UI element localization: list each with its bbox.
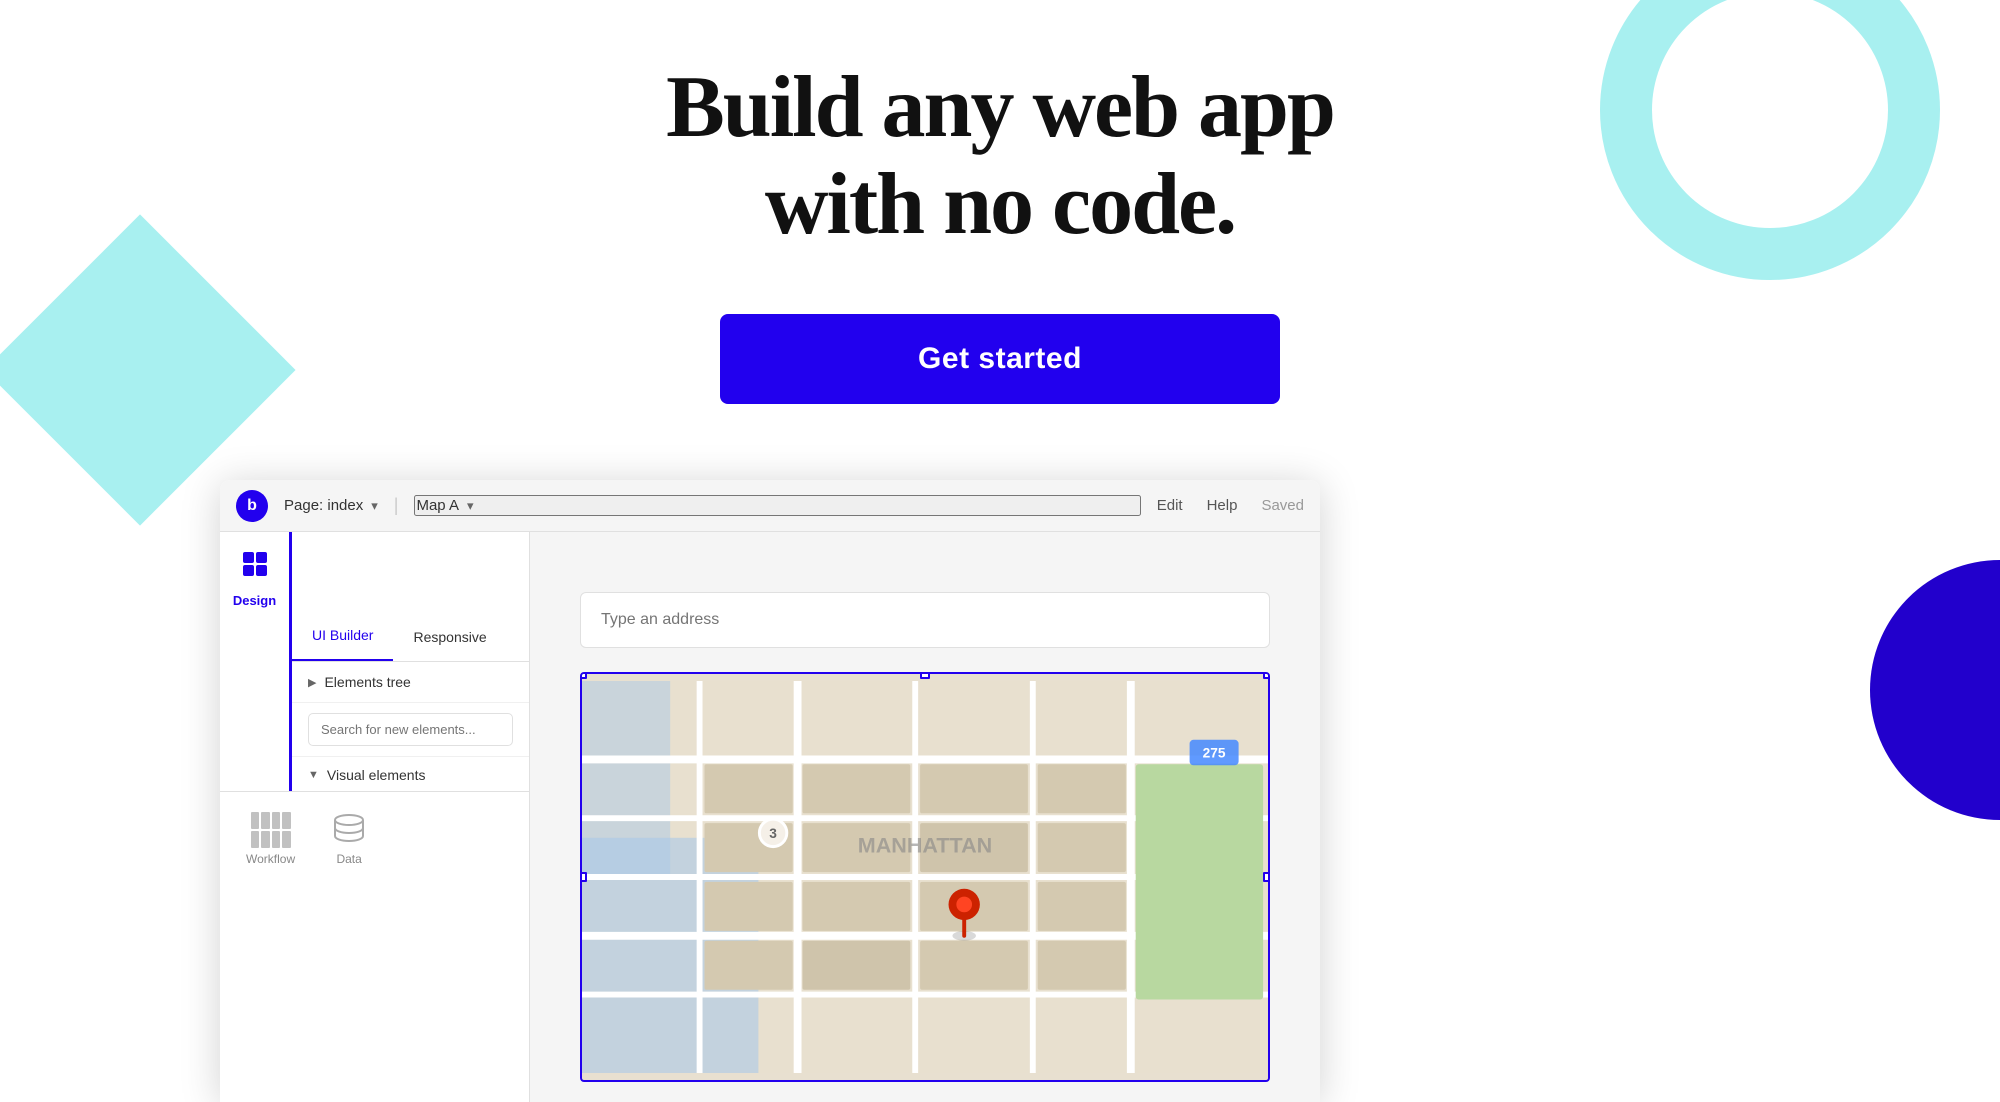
edit-button[interactable]: Edit bbox=[1157, 497, 1183, 514]
help-button[interactable]: Help bbox=[1207, 497, 1238, 514]
map-area[interactable]: 3 MANHATTAN 275 bbox=[580, 672, 1270, 1082]
search-input[interactable] bbox=[308, 713, 513, 746]
visual-elements-label: Visual elements bbox=[327, 767, 426, 783]
handle-top-left[interactable] bbox=[580, 672, 587, 679]
design-icon bbox=[239, 548, 271, 587]
elements-tree-row[interactable]: ▶ Elements tree bbox=[292, 662, 529, 703]
svg-text:3: 3 bbox=[769, 826, 777, 841]
sidebar-content: ▶ Elements tree ▼ Visual elements bbox=[292, 662, 529, 791]
hero-title: Build any web app with no code. bbox=[666, 60, 1334, 254]
workflow-icon bbox=[251, 812, 291, 848]
map-selector[interactable]: Map A ▾ bbox=[414, 495, 1140, 516]
tab-responsive[interactable]: Responsive bbox=[393, 613, 506, 661]
saved-status: Saved bbox=[1261, 497, 1304, 514]
get-started-button[interactable]: Get started bbox=[720, 314, 1280, 404]
workflow-item[interactable]: Workflow bbox=[236, 802, 305, 876]
page-label: Page: index bbox=[284, 497, 363, 514]
address-input[interactable] bbox=[580, 592, 1270, 648]
data-label: Data bbox=[336, 852, 361, 866]
elements-tree-arrow: ▶ bbox=[308, 676, 316, 689]
title-separator: | bbox=[394, 495, 399, 516]
handle-top-right[interactable] bbox=[1263, 672, 1270, 679]
visual-elements-row[interactable]: ▼ Visual elements bbox=[292, 757, 529, 791]
svg-text:275: 275 bbox=[1203, 745, 1226, 760]
design-tab[interactable]: Design bbox=[220, 532, 292, 791]
app-body: Design UI Builder Responsive ▶ Elements … bbox=[220, 532, 1320, 1102]
title-bar: b Page: index ▾ | Map A ▾ Edit Help Save… bbox=[220, 480, 1320, 532]
map-dropdown-arrow: ▾ bbox=[467, 498, 474, 514]
page-selector[interactable]: Page: index ▾ bbox=[284, 497, 378, 514]
map-label: Map A bbox=[416, 497, 459, 514]
map-svg: 3 MANHATTAN 275 bbox=[582, 674, 1268, 1080]
visual-elements-arrow: ▼ bbox=[308, 769, 319, 781]
sidebar: Design UI Builder Responsive ▶ Elements … bbox=[220, 532, 530, 1102]
design-label: Design bbox=[233, 593, 276, 608]
tab-ui-builder[interactable]: UI Builder bbox=[292, 611, 393, 661]
workflow-label: Workflow bbox=[246, 852, 295, 866]
page-dropdown-arrow: ▾ bbox=[371, 498, 378, 514]
app-logo: b bbox=[236, 490, 268, 522]
sidebar-tabs: UI Builder Responsive bbox=[292, 532, 529, 662]
search-row bbox=[292, 703, 529, 757]
elements-tree-label: Elements tree bbox=[324, 674, 410, 690]
deco-semicircle bbox=[1870, 560, 2000, 820]
handle-mid-right[interactable] bbox=[1263, 872, 1270, 882]
app-window: b Page: index ▾ | Map A ▾ Edit Help Save… bbox=[220, 480, 1320, 1102]
svg-text:MANHATTAN: MANHATTAN bbox=[858, 833, 992, 858]
title-actions: Edit Help Saved bbox=[1157, 497, 1304, 514]
handle-mid-left[interactable] bbox=[580, 872, 587, 882]
data-item[interactable]: Data bbox=[321, 802, 377, 876]
handle-top-center[interactable] bbox=[920, 672, 930, 679]
sidebar-top: Design UI Builder Responsive ▶ Elements … bbox=[220, 532, 529, 791]
hero-section: Build any web app with no code. Get star… bbox=[0, 0, 2000, 404]
address-input-wrapper bbox=[580, 592, 1270, 648]
main-canvas[interactable]: 3 MANHATTAN 275 bbox=[530, 532, 1320, 1102]
data-icon bbox=[331, 812, 367, 848]
